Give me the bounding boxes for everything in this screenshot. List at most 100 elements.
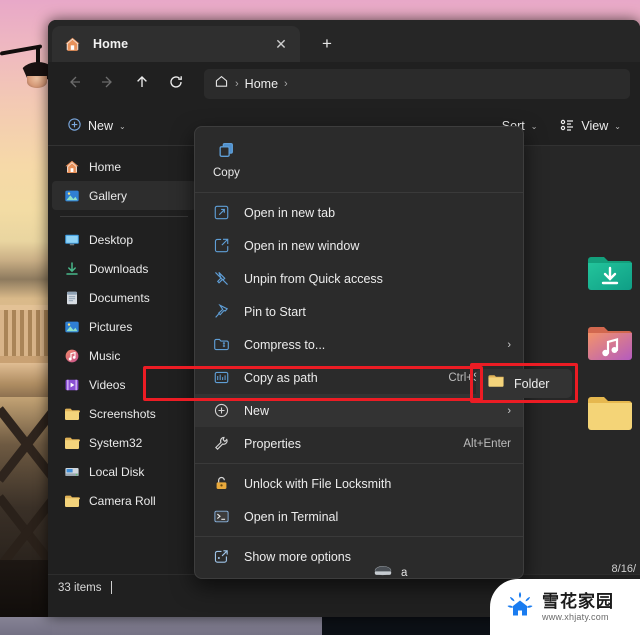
close-icon[interactable]: ✕ <box>270 33 292 55</box>
view-button[interactable]: View ⌄ <box>550 112 630 140</box>
home-icon <box>64 36 81 53</box>
sidebar-item-music[interactable]: Music <box>52 341 196 370</box>
yellow-folder-icon[interactable] <box>587 394 633 432</box>
downloads-folder-icon[interactable] <box>587 254 633 292</box>
text-caret <box>111 581 113 594</box>
keyboard-shortcut-label: Alt+Enter <box>463 437 511 450</box>
sidebar-item-label: Pictures <box>89 319 133 334</box>
lock-icon <box>213 475 230 492</box>
arrow-up-icon <box>134 74 150 95</box>
context-menu-item-open-in-new-window[interactable]: Open in new window <box>195 229 523 262</box>
context-menu-item-pin-to-start[interactable]: Pin to Start <box>195 295 523 328</box>
videos-icon <box>64 377 80 393</box>
context-menu-item-compress-to[interactable]: Compress to... › <box>195 328 523 361</box>
new-button[interactable]: New ⌄ <box>58 112 135 140</box>
chevron-down-icon: ⌄ <box>119 121 126 131</box>
folder-icon <box>64 435 80 451</box>
bridge-ledge-decoration <box>0 363 52 397</box>
chevron-down-icon: ⌄ <box>614 121 621 131</box>
sidebar-item-screenshots[interactable]: Screenshots <box>52 399 196 428</box>
up-button[interactable] <box>126 69 158 99</box>
sidebar-item-label: Desktop <box>89 232 134 247</box>
breadcrumb[interactable]: Home <box>245 77 278 91</box>
sidebar-item-label: Videos <box>89 377 126 392</box>
bridge-balustrade-decoration <box>0 305 52 363</box>
context-menu-item-label: Compress to... <box>244 337 326 352</box>
music-folder-icon[interactable] <box>587 324 633 362</box>
arrow-right-icon <box>100 74 116 95</box>
copy-label: Copy <box>213 167 240 179</box>
context-menu-item-label: Open in new window <box>244 238 360 253</box>
sidebar-item-gallery[interactable]: Gallery <box>52 181 196 210</box>
snowflake-logo-icon <box>504 589 536 626</box>
context-menu[interactable]: Copy Open in new tab Open in new window Un… <box>194 126 524 579</box>
refresh-button[interactable] <box>160 69 192 99</box>
context-menu-divider <box>195 536 523 537</box>
plus-circle-icon <box>67 117 82 135</box>
folder-icon <box>64 493 80 509</box>
copy-button[interactable]: Copy <box>213 141 240 179</box>
address-bar[interactable]: › Home › <box>204 69 630 99</box>
context-menu-item-open-in-new-tab[interactable]: Open in new tab <box>195 196 523 229</box>
context-menu-item-properties[interactable]: Properties Alt+Enter <box>195 427 523 460</box>
sidebar-item-label: Camera Roll <box>89 493 156 508</box>
new-submenu-folder-item[interactable]: Folder <box>476 369 572 398</box>
sidebar-item-label: Screenshots <box>89 406 156 421</box>
sidebar-item-label: Local Disk <box>89 464 145 479</box>
home-icon <box>64 159 80 175</box>
home-outline-icon <box>214 74 229 94</box>
view-list-icon <box>559 117 575 136</box>
sidebar-divider <box>60 216 188 217</box>
sidebar-item-label: Documents <box>89 290 150 305</box>
arrow-left-icon <box>66 74 82 95</box>
context-menu-item-label: Show more options <box>244 549 352 564</box>
context-menu-item-open-in-terminal[interactable]: Open in Terminal <box>195 500 523 533</box>
back-button[interactable] <box>58 69 90 99</box>
sidebar-item-camera-roll[interactable]: Camera Roll <box>52 486 196 515</box>
pictures-icon <box>64 319 80 335</box>
forward-button[interactable] <box>92 69 124 99</box>
sidebar-item-local-disk[interactable]: Local Disk <box>52 457 196 486</box>
documents-icon <box>64 290 80 306</box>
title-bar: Home ✕ + <box>48 20 640 62</box>
new-plus-icon <box>213 402 230 419</box>
submenu-folder-label: Folder <box>514 376 550 391</box>
context-menu-item-unpin-from-quick-access[interactable]: Unpin from Quick access <box>195 262 523 295</box>
street-lamp-glow-decoration <box>27 76 47 88</box>
context-menu-item-show-more-options[interactable]: Show more options <box>195 540 523 573</box>
disk-icon <box>64 464 80 480</box>
sidebar-item-pictures[interactable]: Pictures <box>52 312 196 341</box>
context-menu-item-label: Pin to Start <box>244 304 306 319</box>
context-menu-item-label: Unlock with File Locksmith <box>244 476 392 491</box>
tab-home[interactable]: Home ✕ <box>52 26 300 62</box>
open-new-tab-icon <box>213 204 230 221</box>
context-menu-item-label: Unpin from Quick access <box>244 271 383 286</box>
sidebar-item-system32[interactable]: System32 <box>52 428 196 457</box>
sidebar-item-videos[interactable]: Videos <box>52 370 196 399</box>
item-count-label: 33 items <box>58 581 102 594</box>
context-menu-items: Open in new tab Open in new window Unpin f… <box>195 196 523 573</box>
refresh-icon <box>168 74 184 95</box>
watermark-url: www.xhjaty.com <box>542 611 609 622</box>
context-menu-item-unlock-with-file-locksmith[interactable]: Unlock with File Locksmith <box>195 467 523 500</box>
navigation-pane: Home Gallery Desktop Downloads Documents Pict… <box>48 146 200 574</box>
navigation-bar: › Home › <box>48 62 640 106</box>
more-options-icon <box>213 548 230 565</box>
file-explorer-window: Home ✕ + › Home › New ⌄ ⌄ View ⌄ Home Ga… <box>48 20 640 617</box>
yellow-folder-icon <box>488 374 504 393</box>
sidebar-item-desktop[interactable]: Desktop <box>52 225 196 254</box>
new-tab-button[interactable]: + <box>314 31 340 57</box>
context-menu-item-label: Open in new tab <box>244 205 336 220</box>
terminal-icon <box>213 508 230 525</box>
disk-drive-icon <box>373 564 393 583</box>
context-menu-item-label: Properties <box>244 436 301 451</box>
open-new-window-icon <box>213 237 230 254</box>
context-menu-top-row: Copy <box>195 131 523 189</box>
sidebar-item-home[interactable]: Home <box>52 152 196 181</box>
sidebar-item-documents[interactable]: Documents <box>52 283 196 312</box>
context-menu-item-new[interactable]: New › <box>195 394 523 427</box>
sidebar-item-label: Downloads <box>89 261 149 276</box>
sidebar-item-label: System32 <box>89 435 143 450</box>
context-menu-item-copy-as-path[interactable]: Copy as pathCtrl+Shift+C <box>195 361 523 394</box>
sidebar-item-downloads[interactable]: Downloads <box>52 254 196 283</box>
